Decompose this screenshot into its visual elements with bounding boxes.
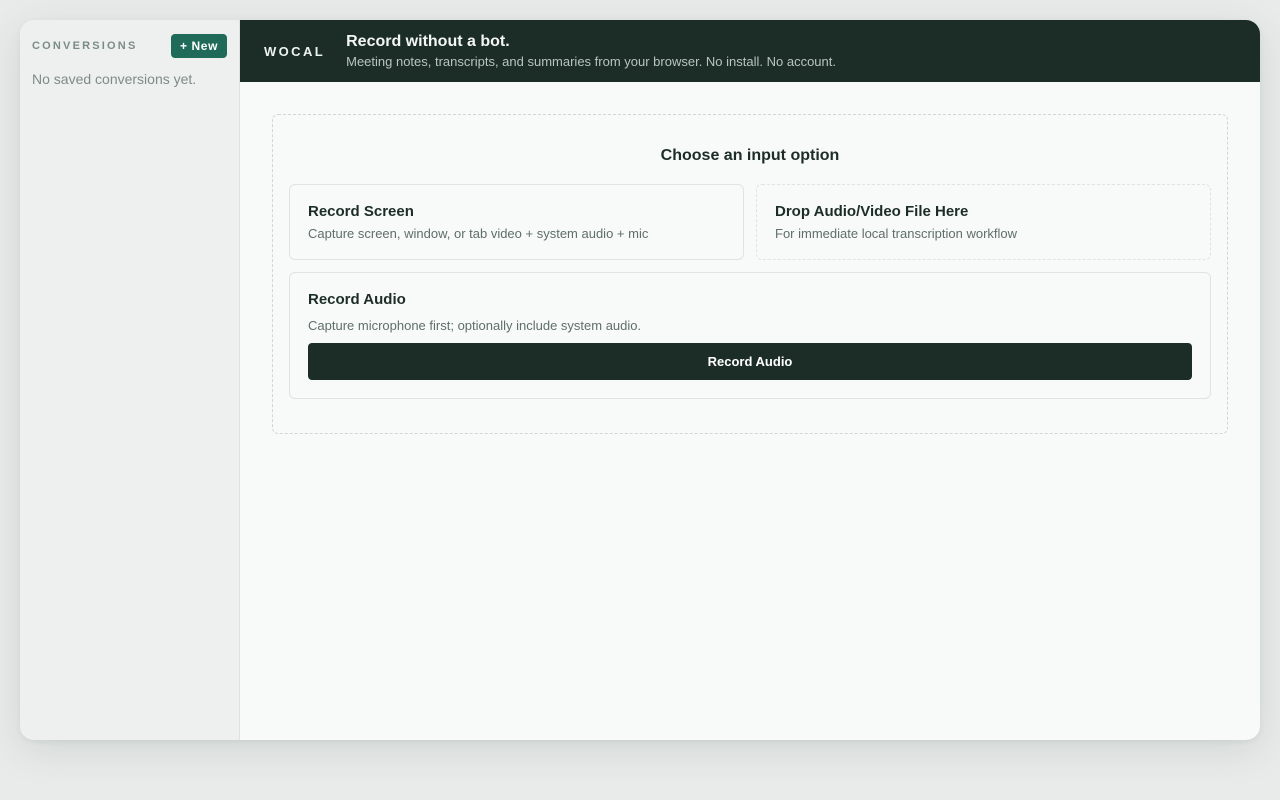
- sidebar-header: CONVERSIONS + New: [32, 34, 227, 58]
- new-conversion-button[interactable]: + New: [170, 34, 227, 58]
- option-title: Record Screen: [308, 203, 414, 220]
- header-subtitle: Meeting notes, transcripts, and summarie…: [346, 53, 836, 69]
- header: WOCAL Record without a bot. Meeting note…: [240, 20, 1260, 82]
- option-title: Drop Audio/Video File Here: [775, 203, 969, 220]
- file-drop-zone[interactable]: Drop Audio/Video File Here For immediate…: [756, 184, 1211, 260]
- content: Choose an input option Record Screen Cap…: [240, 82, 1260, 740]
- panel-title: Choose an input option: [660, 147, 840, 164]
- app-window: CONVERSIONS + New No saved conversions y…: [20, 20, 1260, 740]
- options-row: Record Screen Capture screen, window, or…: [289, 184, 1211, 260]
- header-text: Record without a bot. Meeting notes, tra…: [346, 32, 836, 71]
- sidebar-title: CONVERSIONS: [32, 40, 138, 52]
- main-area: WOCAL Record without a bot. Meeting note…: [240, 20, 1260, 740]
- tagline: Record without a bot.: [346, 32, 510, 50]
- brand-logo: WOCAL: [264, 43, 326, 59]
- record-audio-button[interactable]: Record Audio: [308, 343, 1192, 380]
- option-description: Capture screen, window, or tab video + s…: [308, 226, 649, 241]
- empty-conversions-note: No saved conversions yet.: [32, 71, 197, 87]
- sidebar: CONVERSIONS + New No saved conversions y…: [20, 20, 240, 740]
- input-options-panel: Choose an input option Record Screen Cap…: [272, 114, 1228, 434]
- record-audio-description: Capture microphone first; optionally inc…: [308, 318, 642, 333]
- record-screen-option[interactable]: Record Screen Capture screen, window, or…: [289, 184, 744, 260]
- record-audio-title: Record Audio: [308, 291, 406, 308]
- option-description: For immediate local transcription workfl…: [775, 226, 1018, 241]
- record-audio-card: Record Audio Capture microphone first; o…: [289, 272, 1211, 399]
